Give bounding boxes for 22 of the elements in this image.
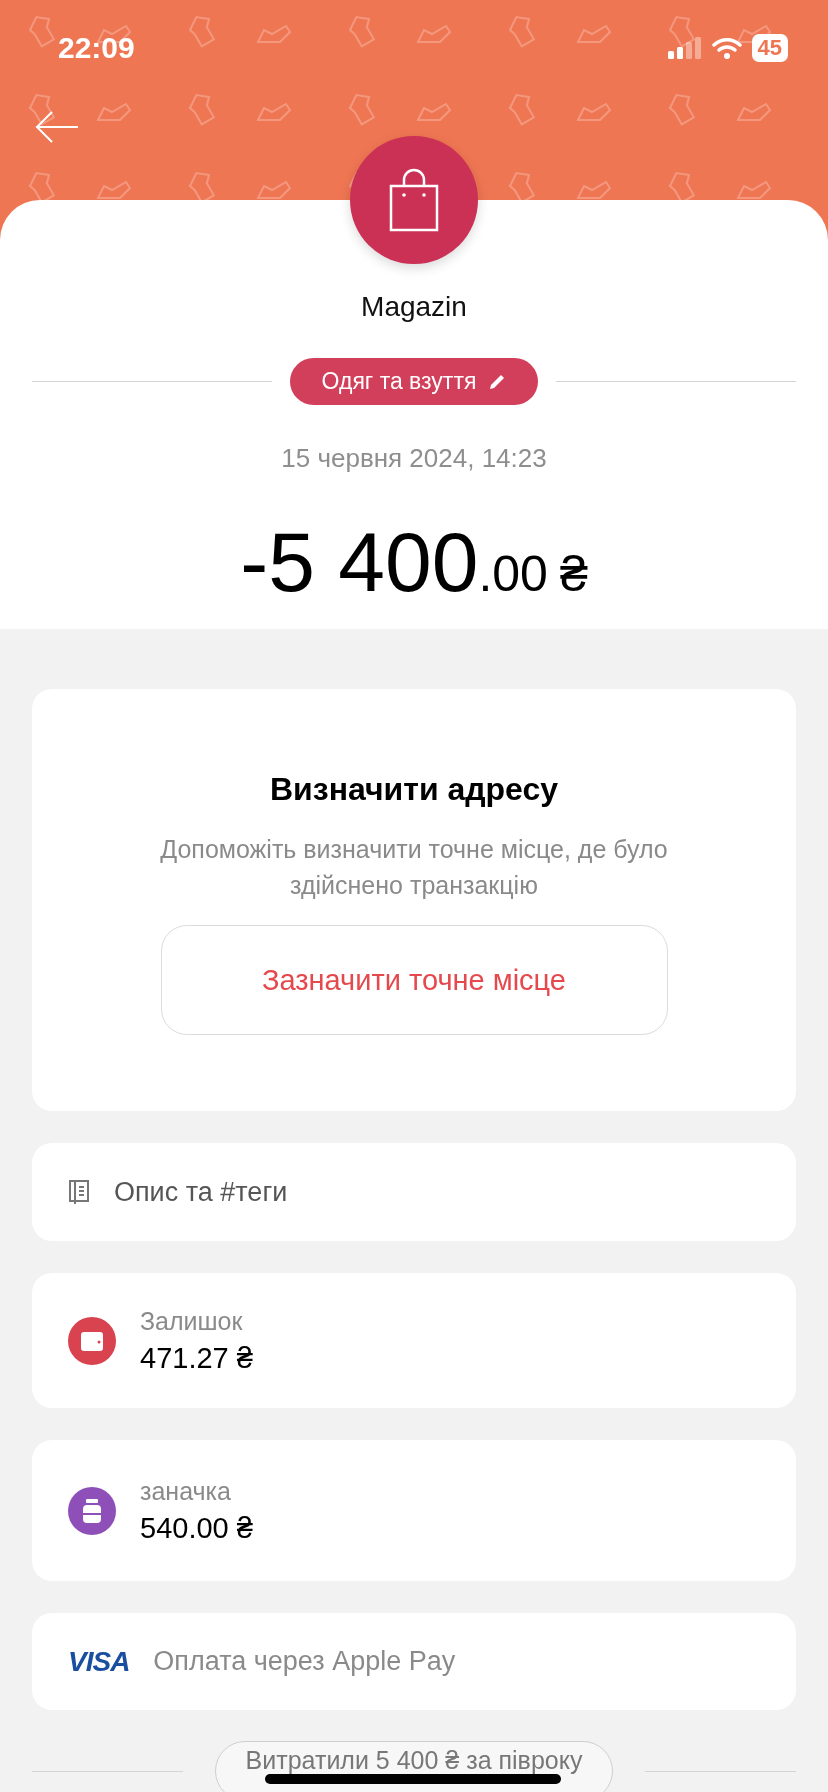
account-card[interactable]: Залишок 471.27 ₴ [32,1273,796,1408]
account-card[interactable]: заначка 540.00 ₴ [32,1440,796,1581]
signal-icon [667,37,702,59]
account-label: заначка [140,1476,232,1506]
battery-level: 45 [751,34,788,62]
description-tags-row[interactable]: Опис та #теги [32,1143,796,1241]
notebook-icon [68,1179,90,1205]
transaction-amount: -5 400.00 ₴ [240,517,588,611]
account-amount: 540.00 ₴ [140,1511,253,1545]
payment-method: Оплата через Apple Pay [153,1646,456,1677]
category-button[interactable]: Одяг та взуття [289,358,539,405]
transaction-date: 15 червня 2024, 14:23 [281,443,547,473]
account-amount: 471.27 ₴ [140,1341,253,1375]
account-label: Залишок [140,1306,244,1336]
location-title: Визначити адресу [269,770,559,809]
merchant-name: Magazin [361,292,467,322]
pencil-icon [488,372,507,391]
visa-logo: VISA [68,1645,130,1678]
location-description: Допоможіть визначити точне місце, де було здійснено транзакцію [159,834,669,901]
status-time: 22:09 [58,31,135,65]
wifi-icon [711,37,742,59]
set-location-button[interactable]: Зазначити точне місце [160,925,668,1035]
